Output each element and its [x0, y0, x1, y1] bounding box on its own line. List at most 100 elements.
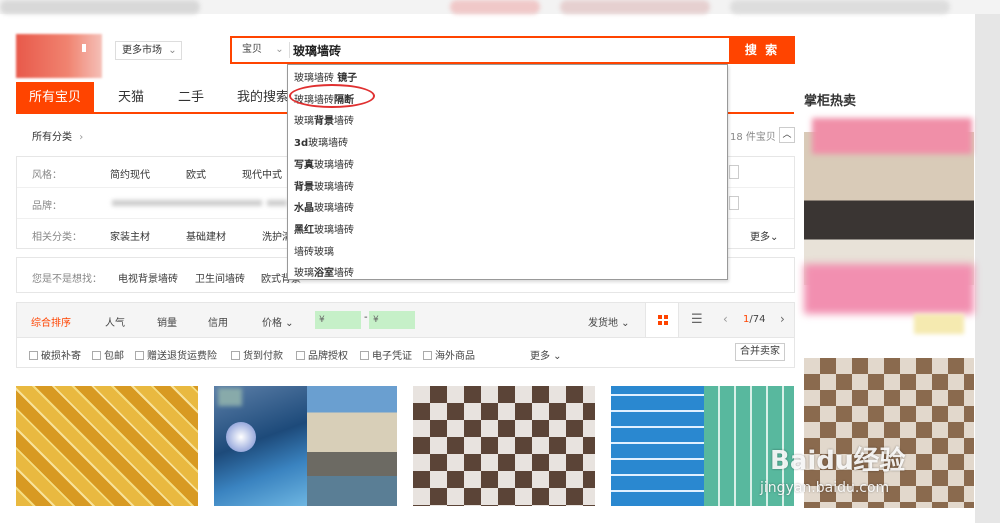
result-count: 18 件宝贝 [730, 132, 776, 143]
suggestion-item[interactable]: 玻璃背景墙砖 [294, 112, 354, 127]
suggestion-item[interactable]: 写真玻璃墙砖 [294, 156, 354, 171]
checkbox-return-insurance[interactable]: 赠送退货运费险 [135, 347, 217, 362]
prev-page-icon[interactable]: ‹ [723, 312, 728, 326]
checkbox-free-shipping[interactable]: 包邮 [92, 347, 124, 362]
product-image[interactable] [16, 386, 198, 506]
product-image[interactable] [214, 386, 310, 506]
suggestion-item[interactable]: 水晶玻璃墙砖 [294, 199, 354, 214]
suggestion-text: 玻璃墙砖 [314, 181, 354, 193]
search-input[interactable] [290, 38, 727, 62]
tab-tmall[interactable]: 天猫 [118, 82, 144, 113]
suggestion-text: 墙砖玻璃 [294, 246, 334, 258]
chevron-down-icon: ⌄ [168, 45, 177, 56]
tab-my-search[interactable]: 我的搜索 [237, 82, 289, 113]
checkbox-label: 破损补寄 [41, 351, 81, 362]
suggestion-item[interactable]: 背景玻璃墙砖 [294, 178, 354, 193]
suggestion-item[interactable]: 3d玻璃墙砖 [294, 134, 348, 149]
filter-item[interactable]: 基础建材 [186, 228, 226, 243]
checkbox-label: 海外商品 [435, 351, 475, 362]
more-market-dropdown[interactable]: 更多市场 ⌄ [115, 41, 182, 60]
did-you-mean-label: 您是不是想找： [32, 274, 102, 285]
collapse-button[interactable]: ︿ [779, 127, 795, 143]
suggest-link[interactable]: 卫生间墙砖 [195, 270, 245, 285]
grid-icon [658, 315, 668, 325]
product-image[interactable] [307, 386, 397, 506]
suggestion-highlight: 3d [294, 138, 309, 150]
sort-credit[interactable]: 信用 [208, 314, 228, 329]
watermark-logo: Baidu经验 [770, 446, 906, 476]
suggestion-text: 墙砖 [334, 268, 354, 280]
next-page-icon[interactable]: › [780, 312, 785, 326]
highlight-circle [289, 84, 375, 108]
search-button[interactable]: 搜 索 [729, 36, 795, 64]
suggestion-text: 玻璃墙砖 [294, 73, 338, 84]
product-image[interactable] [611, 386, 704, 506]
suggestion-text: 玻璃 [294, 116, 314, 128]
suggestion-text: 玻璃墙砖 [314, 224, 354, 236]
blur-overlay [812, 118, 972, 154]
suggestion-text: 玻璃墙砖 [314, 159, 354, 171]
tab-second-hand[interactable]: 二手 [178, 82, 204, 113]
suggestion-item[interactable]: 黑红玻璃墙砖 [294, 221, 354, 236]
suggestion-item[interactable]: 玻璃墙砖 镜子 [294, 69, 357, 84]
price-max-input[interactable]: ¥ [369, 311, 415, 329]
sort-sales[interactable]: 销量 [157, 314, 177, 329]
blurred-brand-list [112, 200, 262, 206]
checkbox-label: 电子凭证 [372, 351, 412, 362]
filter-item[interactable]: 家装主材 [110, 228, 150, 243]
browser-top-bar [0, 0, 1000, 14]
checkbox-cod[interactable]: 货到付款 [231, 347, 283, 362]
suggestion-item[interactable]: 墙砖玻璃 [294, 243, 334, 258]
filter-item[interactable]: 欧式 [186, 166, 206, 181]
checkbox-damage-reship[interactable]: 破损补寄 [29, 347, 81, 362]
sort-bar: 综合排序 人气 销量 信用 价格 ⌄ ¥ - ¥ 发货地 ⌄ ☰ ‹ 1/74 … [16, 302, 795, 338]
merge-sellers-button[interactable]: 合并卖家 [735, 343, 785, 361]
suggestion-text: 玻璃墙砖 [314, 203, 354, 215]
product-image[interactable] [413, 386, 595, 506]
chevron-down-icon: ⌄ [275, 44, 284, 55]
checkbox-label: 赠送退货运费险 [147, 351, 217, 362]
logo-mark [82, 44, 86, 52]
filter-item[interactable]: 现代中式 [242, 166, 282, 181]
options-bar: 破损补寄 包邮 赠送退货运费险 货到付款 品牌授权 电子凭证 海外商品 更多 ⌄… [16, 338, 795, 368]
search-type-label: 宝贝 [242, 44, 262, 55]
hot-sale-image[interactable] [804, 114, 974, 342]
ship-from-label: 发货地 [588, 318, 618, 329]
checkbox-label: 货到付款 [243, 351, 283, 362]
checkbox-brand-auth[interactable]: 品牌授权 [296, 347, 348, 362]
grid-view-button[interactable] [645, 303, 679, 337]
search-type-select[interactable]: 宝贝 ⌄ [232, 38, 290, 62]
filter-option-button[interactable] [729, 165, 739, 179]
filter-label: 风格： [32, 170, 62, 181]
chevron-right-icon: › [79, 132, 84, 143]
suggestion-item[interactable]: 玻璃浴室墙砖 [294, 264, 354, 279]
list-view-icon[interactable]: ☰ [691, 312, 703, 327]
filter-option-button[interactable] [729, 196, 739, 210]
site-logo[interactable] [16, 34, 102, 78]
checkbox-label: 品牌授权 [308, 351, 348, 362]
ship-from-dropdown[interactable]: 发货地 ⌄ [588, 314, 630, 329]
suggestion-highlight: 水晶 [294, 203, 314, 215]
chevron-up-icon: ︿ [782, 130, 792, 140]
filter-item[interactable]: 简约现代 [110, 166, 150, 181]
suggestion-highlight: 镜子 [337, 73, 358, 84]
suggestion-highlight: 黑红 [294, 224, 314, 236]
sort-popularity[interactable]: 人气 [105, 314, 125, 329]
checkbox-overseas[interactable]: 海外商品 [423, 347, 475, 362]
price-min-input[interactable]: ¥ [315, 311, 361, 329]
suggestion-text: 玻璃墙砖 [308, 138, 349, 150]
sort-default[interactable]: 综合排序 [31, 314, 71, 329]
more-label: 更多 [530, 351, 550, 362]
breadcrumb[interactable]: 所有分类 › [32, 128, 83, 143]
blur-overlay [914, 314, 964, 334]
tab-all-items[interactable]: 所有宝贝 [16, 82, 95, 113]
more-label: 更多 [750, 232, 770, 243]
sort-price[interactable]: 价格 ⌄ [262, 314, 294, 329]
suggest-link[interactable]: 电视背景墙砖 [118, 270, 178, 285]
side-title: 掌柜热卖 [804, 94, 857, 109]
search-bar: 宝贝 ⌄ 搜 索 [230, 36, 795, 64]
more-filters-button[interactable]: 更多⌄ [750, 228, 778, 243]
more-options-button[interactable]: 更多 ⌄ [530, 347, 562, 362]
filter-label: 相关分类： [32, 232, 82, 243]
checkbox-e-voucher[interactable]: 电子凭证 [360, 347, 412, 362]
